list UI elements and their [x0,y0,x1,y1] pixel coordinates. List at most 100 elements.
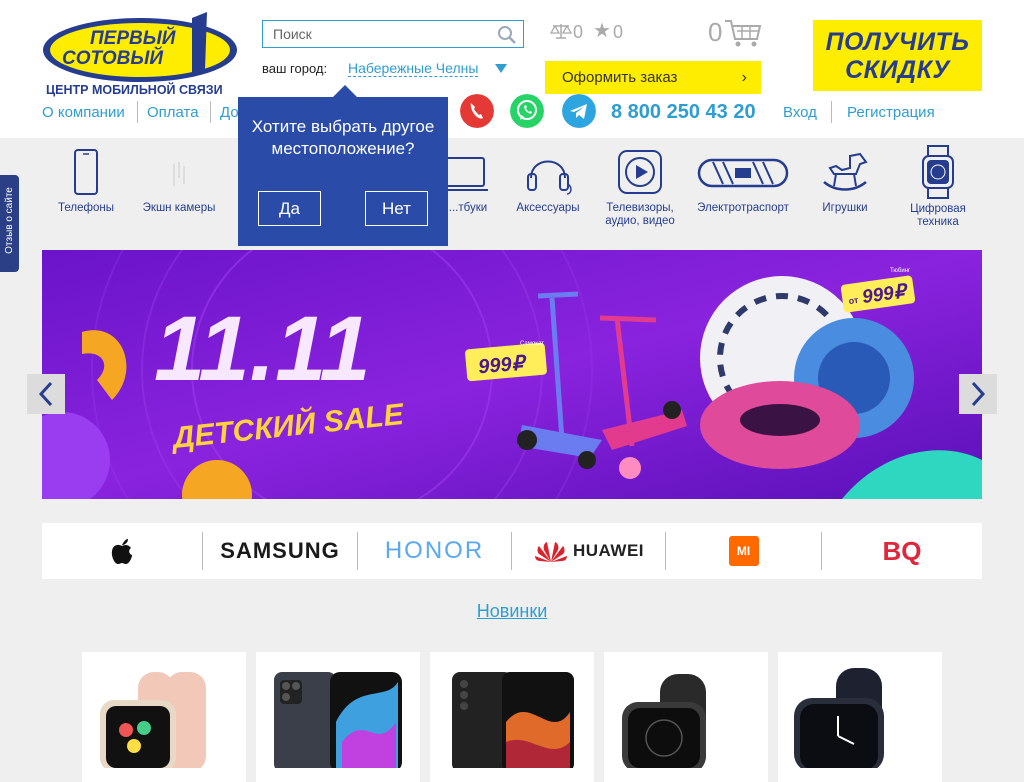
apple-logo-icon [111,539,132,564]
media-player-icon [618,150,662,194]
category-label: ...тбуки [448,202,488,214]
category-toys[interactable]: Игрушки [812,140,878,215]
banner-prev-button[interactable] [27,374,65,414]
cart-icon[interactable] [724,18,762,48]
banner-next-button[interactable] [959,374,997,414]
favorites-count: 0 [613,22,624,42]
brand-xiaomi[interactable]: MI [666,523,821,579]
logo[interactable]: ПЕРВЫЙ СОТОВЫЙ ЦЕНТР МОБИЛЬНОЙ СВЯЗИ [42,10,242,98]
logo-tagline: ЦЕНТР МОБИЛЬНОЙ СВЯЗИ [46,82,223,97]
compare-count: 0 [573,22,584,42]
logo-line1: ПЕРВЫЙ [90,27,176,49]
banner-title: 11.11 [154,298,371,400]
search-icon[interactable] [497,25,517,45]
category-action-cameras[interactable]: Экшн камеры [138,140,220,215]
city-select-link[interactable]: Набережные Челны [348,61,479,77]
headphones-icon [527,160,572,195]
product-card[interactable] [430,652,594,782]
header: ПЕРВЫЙ СОТОВЫЙ ЦЕНТР МОБИЛЬНОЙ СВЯЗИ ваш… [0,0,1024,138]
telegram-icon[interactable] [562,94,596,128]
nav-divider [831,101,832,123]
discount-banner[interactable]: ПОЛУЧИТЬ СКИДКУ [813,20,982,91]
category-laptops[interactable]: ...тбуки [442,140,488,215]
nav-divider [210,101,211,123]
product-card[interactable] [256,652,420,782]
rocking-horse-icon [823,152,868,191]
nav-payment[interactable]: Оплата [147,104,199,121]
confirm-yes-button[interactable]: Да [258,191,321,226]
product-card[interactable] [604,652,768,782]
whatsapp-icon[interactable] [510,94,544,128]
product-card[interactable] [82,652,246,782]
city-confirm-popup: Хотите выбрать другое местоположение? Да… [238,85,448,246]
search-input[interactable] [263,21,483,47]
feedback-tab[interactable]: Отзыв о сайте [0,175,19,272]
brand-honor[interactable]: HONOR [358,523,511,579]
category-label: Экшн камеры [142,202,216,214]
register-link[interactable]: Регистрация [847,104,935,121]
nav-divider [137,101,138,123]
product-card[interactable] [778,652,942,782]
star-icon[interactable]: ★ [593,18,611,43]
category-tv-audio[interactable]: Телевизоры, аудио, видео [600,140,680,228]
product-image [794,668,884,772]
brand-apple[interactable] [42,523,202,579]
smartwatch-icon [922,145,954,199]
nav-about[interactable]: О компании [42,104,125,121]
brand-bq[interactable]: BQ [822,523,982,579]
phone-call-icon[interactable] [460,94,494,128]
small-label-2: Тюбинг [890,268,911,274]
hoverboard-icon [697,158,789,188]
brand-samsung-label: SAMSUNG [220,538,340,563]
nav-delivery[interactable]: До [220,104,239,121]
product-image [100,672,206,772]
login-link[interactable]: Вход [783,104,817,121]
action-camera-icon [173,162,185,186]
category-label: Аксессуары [516,202,580,214]
brand-samsung[interactable]: SAMSUNG [203,523,357,579]
checkout-label: Оформить заказ [562,69,678,86]
product-image [622,674,706,774]
category-bar: Телефоны Экшн камеры ...тбуки Аксессуары… [0,140,1024,248]
chevron-right-icon: › [741,69,747,86]
banner-artwork: 11.11 ДЕТСКИЙ SALE 999₽ Самокат от 999₽ … [42,250,982,499]
smartphone-icon [74,149,98,195]
feedback-label: Отзыв о сайте [4,187,15,254]
brand-honor-label: HONOR [384,537,485,564]
category-digital-tech[interactable]: Цифровая техника [900,140,976,229]
brand-huawei[interactable]: HUAWEI [512,523,665,579]
chevron-down-icon[interactable] [495,64,507,73]
checkout-button[interactable]: Оформить заказ › [545,61,761,94]
category-electric-transport[interactable]: Электротраспорт [690,140,796,215]
category-label: Телевизоры, аудио, видео [605,202,675,227]
small-label-1: Самокат [520,341,544,347]
search-box [262,20,524,48]
category-label: Цифровая техника [910,203,966,228]
laptop-icon [442,157,488,191]
product-image [274,672,402,772]
popup-pointer [333,85,357,97]
category-phones[interactable]: Телефоны [50,140,122,215]
category-label: Игрушки [822,202,868,214]
category-label: Телефоны [58,202,114,214]
discount-line2: СКИДКУ [845,55,950,84]
confirm-no-button[interactable]: Нет [365,191,428,226]
brand-bq-label: BQ [882,535,922,566]
cart-count: 0 [708,17,723,47]
city-label: ваш город: [262,61,328,76]
discount-line1: ПОЛУЧИТЬ [825,27,970,56]
brand-xiaomi-label: MI [728,536,759,566]
category-accessories[interactable]: Аксессуары [509,140,587,215]
phone-number[interactable]: 8 800 250 43 20 [611,101,756,124]
brand-huawei-label: HUAWEI [573,541,644,560]
chevron-left-icon [38,381,53,407]
category-label: Электротраспорт [697,202,789,214]
chevron-right-icon [971,381,986,407]
brand-strip: SAMSUNG HONOR HUAWEI MI BQ [42,523,982,579]
product-image [452,672,574,772]
promo-banner[interactable]: 11.11 ДЕТСКИЙ SALE 999₽ Самокат от 999₽ … [42,250,982,499]
popup-question: Хотите выбрать другое местоположение? [251,117,435,158]
new-arrivals-link[interactable]: Новинки [0,601,1024,622]
compare-icon[interactable] [550,22,572,40]
huawei-logo-icon [535,542,567,562]
